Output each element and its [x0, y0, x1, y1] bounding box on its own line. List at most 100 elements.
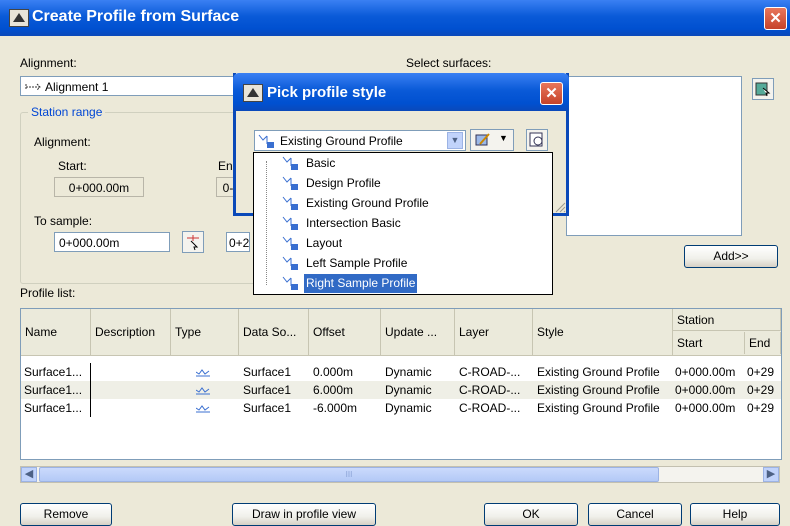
row-update: Dynamic — [385, 383, 432, 397]
profile-style-icon — [282, 236, 298, 250]
pick-surface-icon — [755, 82, 771, 97]
pick-style-title-bar: Pick profile style ✕ — [233, 73, 569, 111]
row-name: Surface1... — [24, 363, 91, 381]
row-start: 0+000.00m — [675, 365, 736, 379]
start-station-field: 0+000.00m — [54, 177, 144, 197]
style-combo[interactable]: Existing Ground Profile ▼ — [254, 130, 466, 151]
col-name[interactable]: Name — [21, 309, 91, 355]
row-name: Surface1... — [24, 381, 91, 399]
ok-button[interactable]: OK — [484, 503, 578, 526]
dropdown-item-label: Left Sample Profile — [306, 256, 408, 270]
col-layer[interactable]: Layer — [455, 309, 533, 355]
row-offset: -6.000m — [313, 401, 358, 415]
col-station-start[interactable]: Start — [673, 332, 745, 354]
alignment-select[interactable]: Alignment 1 — [20, 76, 268, 96]
scroll-right-button[interactable]: ▶ — [763, 467, 779, 482]
profile-type-icon — [196, 369, 210, 377]
dropdown-item-label: Basic — [306, 156, 336, 170]
surfaces-label: Select surfaces: — [406, 56, 492, 70]
profile-type-icon — [196, 387, 210, 395]
row-end: 0+29 — [747, 383, 775, 397]
col-description[interactable]: Description — [91, 309, 171, 355]
col-style[interactable]: Style — [533, 309, 673, 355]
profile-table[interactable]: Name Description Type Data So... Offset … — [20, 308, 782, 460]
app-icon — [9, 9, 29, 27]
title-bar: Create Profile from Surface ✕ — [0, 0, 790, 36]
help-button[interactable]: Help — [690, 503, 780, 526]
row-data-source: Surface1 — [243, 365, 292, 379]
row-end: 0+29 — [747, 365, 775, 379]
surfaces-list[interactable] — [566, 76, 742, 236]
edit-style-dropdown-icon: ▼ — [499, 133, 508, 143]
remove-button[interactable]: Remove — [20, 503, 112, 526]
resize-grip-icon[interactable] — [554, 201, 566, 213]
profile-style-icon — [282, 156, 298, 170]
combo-value: Existing Ground Profile — [280, 134, 403, 148]
col-station-end[interactable]: End — [745, 332, 781, 354]
details-icon — [529, 132, 543, 147]
station-alignment-label: Alignment: — [34, 135, 91, 149]
row-style: Existing Ground Profile — [537, 383, 660, 397]
profile-style-icon — [282, 216, 298, 230]
col-update[interactable]: Update ... — [381, 309, 455, 355]
row-layer: C-ROAD-... — [459, 365, 521, 379]
alignment-value: Alignment 1 — [45, 80, 109, 94]
dropdown-item-label: Existing Ground Profile — [306, 196, 429, 210]
row-offset: 6.000m — [313, 383, 354, 397]
row-update: Dynamic — [385, 401, 432, 415]
dialog-app-icon — [243, 84, 263, 102]
row-end: 0+29 — [747, 401, 775, 415]
pick-surface-button[interactable] — [752, 78, 774, 100]
cancel-button[interactable]: Cancel — [588, 503, 682, 526]
profile-style-icon — [282, 256, 298, 270]
dropdown-item-label: Design Profile — [306, 176, 381, 190]
row-name: Surface1... — [24, 399, 91, 417]
profile-list-label: Profile list: — [20, 286, 76, 300]
table-row[interactable]: Surface1... Surface1 -6.000m Dynamic C-R… — [21, 399, 781, 417]
table-row[interactable]: Surface1... Surface1 6.000m Dynamic C-RO… — [21, 381, 781, 399]
edit-style-icon — [475, 133, 490, 146]
table-row[interactable]: Surface1... Surface1 0.000m Dynamic C-RO… — [21, 363, 781, 381]
draw-in-profile-view-button[interactable]: Draw in profile view — [232, 503, 376, 526]
col-type[interactable]: Type — [171, 309, 239, 355]
row-layer: C-ROAD-... — [459, 383, 521, 397]
pick-station-button[interactable] — [182, 231, 204, 253]
alignment-label: Alignment: — [20, 56, 77, 70]
scroll-thumb[interactable]: III — [39, 467, 659, 482]
scroll-left-button[interactable]: ◀ — [21, 467, 37, 482]
dropdown-item-label: Right Sample Profile — [304, 274, 418, 293]
row-update: Dynamic — [385, 365, 432, 379]
col-offset[interactable]: Offset — [309, 309, 381, 355]
row-offset: 0.000m — [313, 365, 354, 379]
horizontal-scrollbar[interactable]: ◀ III ▶ — [20, 466, 780, 483]
col-data-source[interactable]: Data So... — [239, 309, 309, 355]
style-details-button[interactable] — [526, 129, 548, 151]
add-button[interactable]: Add>> — [684, 245, 778, 268]
sample-end-field[interactable]: 0+2 — [226, 232, 250, 252]
chevron-down-icon[interactable]: ▼ — [447, 132, 463, 149]
row-style: Existing Ground Profile — [537, 401, 660, 415]
window-title: Create Profile from Surface — [32, 8, 240, 25]
row-start: 0+000.00m — [675, 383, 736, 397]
table-header: Name Description Type Data So... Offset … — [21, 309, 781, 356]
close-button[interactable]: ✕ — [764, 7, 787, 30]
sample-start-field[interactable]: 0+000.00m — [54, 232, 170, 252]
row-data-source: Surface1 — [243, 401, 292, 415]
dropdown-item-label: Intersection Basic — [306, 216, 401, 230]
profile-style-icon — [282, 276, 298, 290]
row-style: Existing Ground Profile — [537, 365, 660, 379]
tree-line — [266, 161, 267, 285]
col-station: Station — [673, 309, 781, 331]
row-start: 0+000.00m — [675, 401, 736, 415]
row-data-source: Surface1 — [243, 383, 292, 397]
row-layer: C-ROAD-... — [459, 401, 521, 415]
profile-style-icon — [258, 134, 274, 148]
to-sample-label: To sample: — [34, 214, 93, 228]
dropdown-item-label: Layout — [306, 236, 343, 250]
start-label: Start: — [58, 159, 87, 173]
style-dropdown-list[interactable]: Basic Design Profile Existing Ground Pro… — [253, 152, 553, 295]
pick-style-title: Pick profile style — [267, 84, 387, 101]
pick-station-icon — [187, 235, 199, 251]
edit-style-button[interactable]: ▼ — [470, 129, 514, 151]
pick-style-close-button[interactable]: ✕ — [540, 82, 563, 105]
